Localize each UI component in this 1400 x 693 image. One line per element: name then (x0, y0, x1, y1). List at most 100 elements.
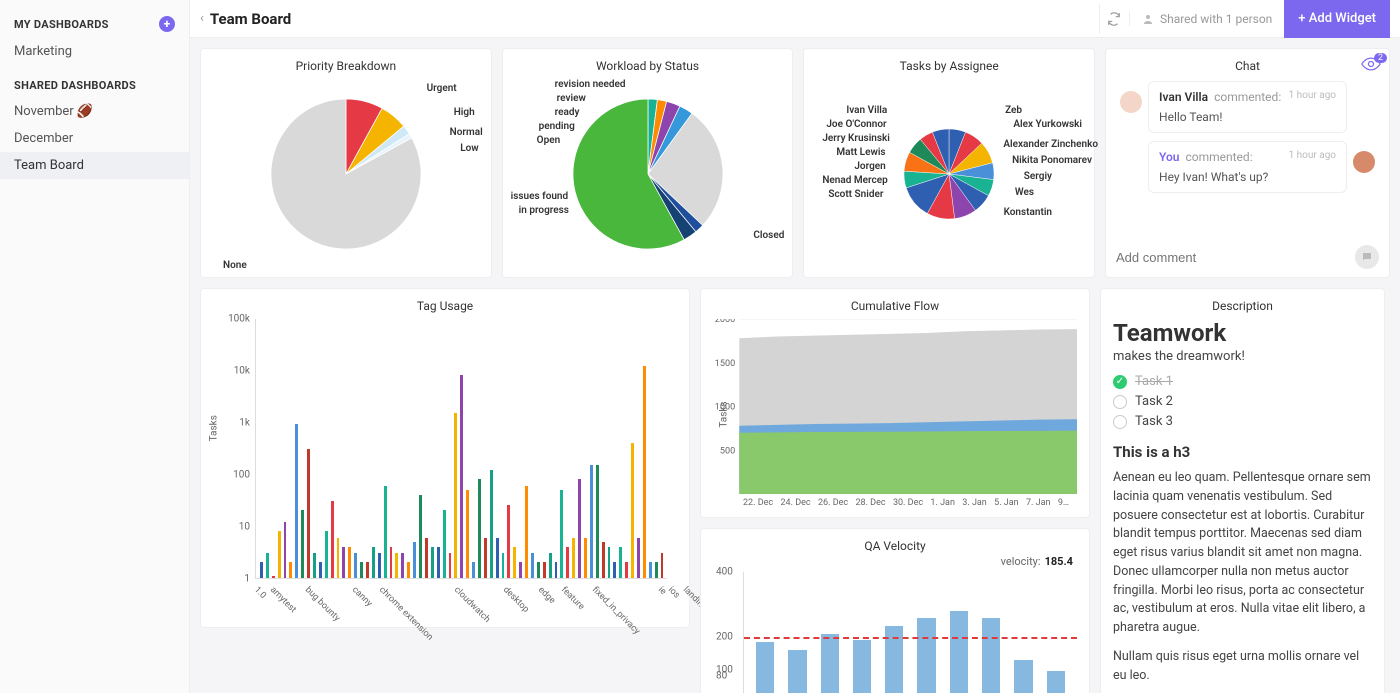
widget-title: Tag Usage (213, 299, 677, 313)
tag-bar (661, 553, 664, 578)
sidebar-item-november[interactable]: November 🏈 (0, 98, 189, 125)
add-widget-button[interactable]: + Add Widget (1284, 0, 1390, 38)
description-h3: This is a h3 (1113, 443, 1372, 461)
sidebar-item-december[interactable]: December (0, 125, 189, 152)
pie-label: issues found (511, 191, 568, 202)
tag-bar (478, 479, 481, 578)
y-tick: 10 (220, 522, 250, 533)
tag-bar (454, 413, 457, 578)
qa-bar (1014, 660, 1032, 693)
pie-label: Sergiy (1024, 171, 1052, 182)
pie-label: Open (537, 135, 561, 146)
x-category: canny (350, 585, 374, 609)
y-tick: 400 (716, 567, 733, 578)
qa-bar (821, 634, 839, 693)
task-row[interactable]: Task 2 (1113, 394, 1372, 409)
x-category: amytest (267, 585, 297, 615)
task-label: Task 1 (1135, 374, 1173, 389)
shared-button[interactable]: Shared with 1 person (1129, 12, 1284, 26)
person-icon (1142, 13, 1154, 25)
x-category: bug bounty (303, 585, 342, 624)
assignee-pie-chart (904, 129, 994, 219)
widget-priority-breakdown: Priority Breakdown Urgent High Normal Lo… (200, 48, 492, 278)
tag-bar (272, 576, 275, 578)
x-tick: 26. Dec (818, 498, 848, 508)
avatar (1353, 151, 1375, 173)
chat-message: You commented: 1 hour ago Hey Ivan! What… (1148, 141, 1347, 193)
description-sub: makes the dreamwork! (1113, 349, 1372, 364)
qa-bar (885, 626, 903, 693)
pie-label-high: High (454, 107, 475, 118)
chat-body: Hey Ivan! What's up? (1159, 170, 1336, 184)
sidebar-item-team-board[interactable]: Team Board (0, 152, 189, 179)
x-category: feature (559, 585, 586, 612)
qa-velocity-readout: velocity: 185.4 (713, 555, 1077, 568)
x-category: ios (666, 585, 682, 601)
pie-label: Ivan Villa (846, 105, 887, 116)
pie-label: Jerry Krusinski (822, 133, 890, 144)
task-row[interactable]: ✓ Task 1 (1113, 374, 1372, 389)
tag-bar (390, 547, 393, 578)
pie-label-none: None (223, 260, 247, 271)
x-category: chrome extension (377, 585, 435, 643)
chat-action: commented: (1214, 90, 1281, 104)
tag-bar (549, 553, 552, 578)
widget-title: Description (1113, 299, 1372, 313)
description-heading: Teamwork (1113, 319, 1372, 347)
tag-bar (325, 531, 328, 578)
tag-bar (555, 562, 558, 578)
shared-dashboards-header: SHARED DASHBOARDS (0, 75, 189, 98)
sidebar-item-marketing[interactable]: Marketing (0, 38, 189, 65)
pie-label: Wes (1015, 187, 1034, 198)
tag-bar (307, 449, 310, 578)
refresh-button[interactable] (1099, 4, 1129, 34)
y-tick: 200 (716, 632, 733, 643)
tag-bar (378, 553, 381, 578)
tag-bar (525, 486, 528, 578)
back-icon[interactable]: ‹ (200, 11, 204, 26)
circle-icon[interactable] (1113, 395, 1127, 409)
pie-label: review (557, 93, 586, 104)
tag-bar (413, 542, 416, 578)
chat-input[interactable] (1116, 250, 1347, 265)
tag-bar (484, 538, 487, 578)
tag-bar (631, 443, 634, 578)
circle-icon[interactable] (1113, 415, 1127, 429)
chat-watch-badge[interactable]: 2 (1361, 57, 1381, 71)
pie-label: Nenad Mercep (822, 175, 887, 186)
tag-bar (543, 562, 546, 578)
description-p2: Nullam quis risus eget urna mollis ornar… (1113, 648, 1372, 686)
tag-bar (578, 479, 581, 578)
tag-bar (313, 553, 316, 578)
chat-time: 1 hour ago (1289, 90, 1336, 101)
check-circle-icon[interactable]: ✓ (1113, 375, 1127, 389)
add-dashboard-button[interactable]: + (159, 16, 175, 32)
qa-velocity-value: 185.4 (1045, 555, 1073, 568)
qa-bar (950, 611, 968, 693)
tag-bar (419, 495, 422, 578)
topbar: ‹ Team Board Shared with 1 person + Add … (190, 0, 1400, 38)
y-tick: 100 (220, 470, 250, 481)
chat-bubble-icon (1361, 251, 1373, 263)
y-axis-label: Tasks (209, 415, 220, 441)
qa-bar (1047, 671, 1065, 693)
tag-bar (395, 553, 398, 578)
task-row[interactable]: Task 3 (1113, 414, 1372, 429)
qa-bar (917, 618, 935, 693)
widget-tag-usage: Tag Usage Tasks 1101001k10k100k 1.0amyte… (200, 288, 690, 628)
chat-send-button[interactable] (1355, 245, 1379, 269)
tag-bar (649, 562, 652, 578)
tag-bar (590, 465, 593, 578)
chat-time: 1 hour ago (1289, 150, 1336, 161)
widget-qa-velocity: QA Velocity velocity: 185.4 80100200400 (700, 528, 1090, 693)
tag-bar (354, 553, 357, 578)
tag-bar (613, 562, 616, 578)
y-tick: 1k (220, 418, 250, 429)
tag-bar (278, 531, 281, 578)
chat-from: Ivan Villa (1159, 90, 1208, 104)
tag-bar (437, 547, 440, 578)
chat-action: commented: (1185, 150, 1252, 164)
y-tick: 100k (220, 314, 250, 325)
tag-bar (531, 553, 534, 578)
tag-bar (472, 562, 475, 578)
